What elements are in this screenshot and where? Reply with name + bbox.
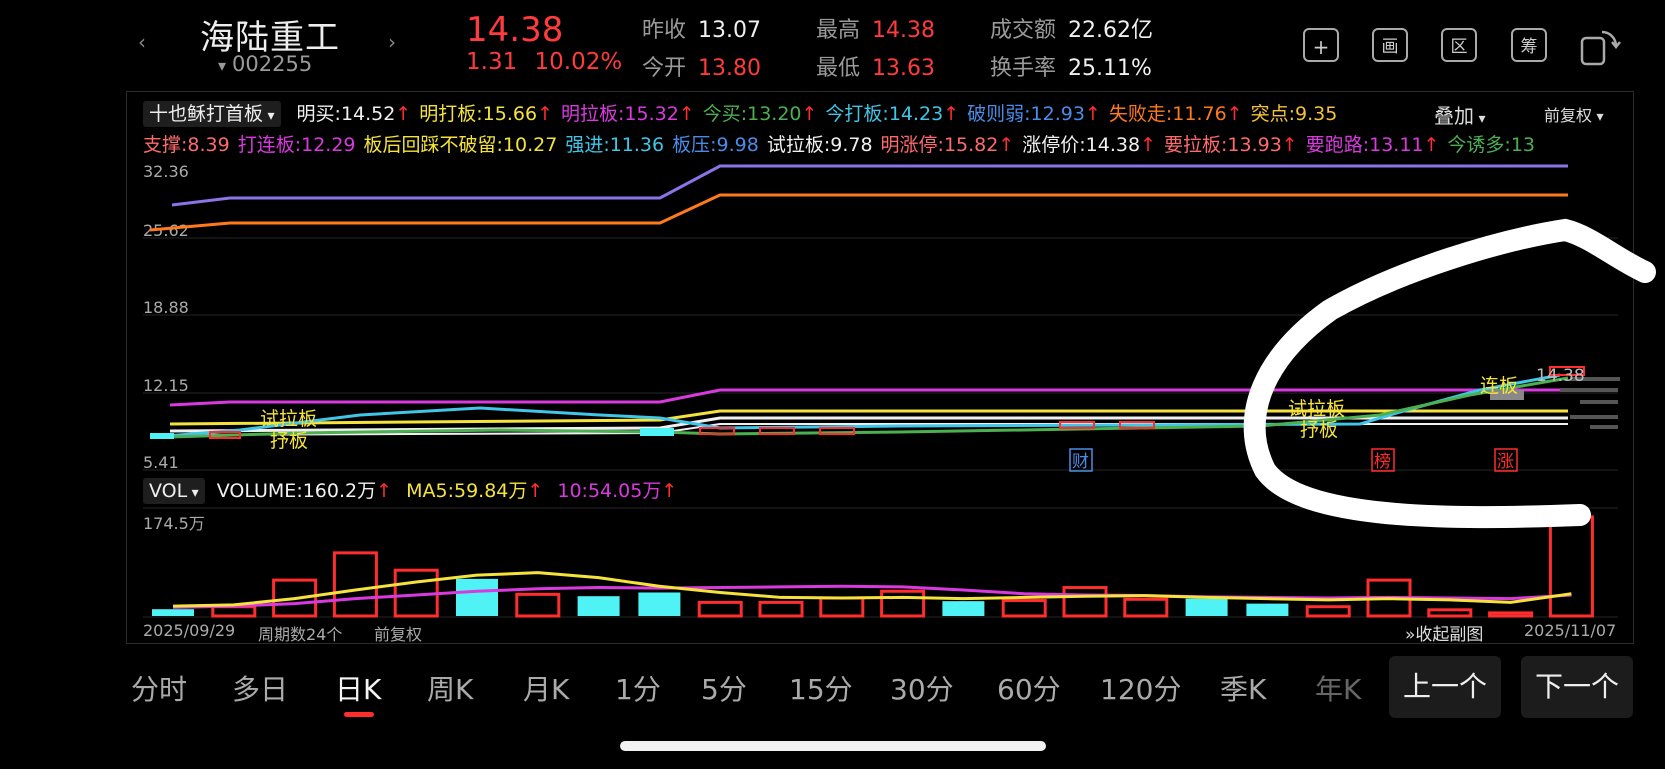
collapse-subchart-button[interactable]: »收起副图	[1405, 620, 1483, 645]
marker-continuous: 连板	[1480, 375, 1518, 397]
candle	[1570, 415, 1618, 419]
candle	[699, 427, 735, 435]
tab-yearly-k[interactable]: 年K	[1315, 668, 1361, 708]
candle	[640, 428, 674, 436]
volume-axis-max: 174.5万	[143, 514, 205, 533]
active-tab-indicator	[344, 712, 374, 717]
volume-bar	[1548, 515, 1594, 618]
volume-bar	[758, 600, 804, 618]
green-line	[169, 376, 1569, 439]
collapse-label: 收起副图	[1415, 625, 1484, 645]
volume-value: 160.2万	[302, 480, 377, 502]
volume-bar	[1246, 603, 1289, 616]
next-button[interactable]: 下一个	[1521, 656, 1633, 718]
rise-badge: 涨	[1497, 452, 1514, 472]
volume-bar	[515, 592, 561, 618]
list-badge: 榜	[1374, 452, 1391, 472]
tab-multiday[interactable]: 多日	[232, 668, 288, 708]
volume-bar	[880, 589, 926, 618]
candle	[1580, 400, 1618, 404]
volume-label: VOLUME:	[216, 480, 303, 502]
tab-60min[interactable]: 60分	[997, 668, 1061, 708]
orange-line	[149, 193, 1568, 232]
candle	[819, 427, 855, 435]
candle	[1590, 425, 1618, 429]
marker-try-pull-1: 试拉板	[260, 408, 317, 430]
volume-bar	[577, 596, 620, 616]
volume-bar	[152, 609, 194, 616]
ma10-arrow: ↑	[661, 480, 678, 502]
volume-bar	[942, 601, 985, 616]
ma5-label: MA5:	[406, 480, 454, 502]
cyan-line	[154, 373, 1561, 439]
volume-arrow: ↑	[376, 480, 393, 502]
last-price-label: 14.38	[1536, 366, 1585, 386]
volume-bar	[1001, 599, 1047, 618]
tab-weekly-k[interactable]: 周K	[427, 668, 473, 708]
tab-monthly-k[interactable]: 月K	[523, 668, 569, 708]
tab-5min[interactable]: 5分	[701, 668, 747, 708]
footer-adjust: 前复权	[374, 625, 423, 644]
volume-bar	[1123, 597, 1169, 618]
home-indicator[interactable]	[620, 741, 1046, 751]
volume-header: VOL VOLUME:160.2万↑ MA5:59.84万↑ 10:54.05万…	[143, 476, 678, 504]
tab-1min[interactable]: 1分	[615, 668, 661, 708]
ma5-value: 59.84万	[453, 480, 528, 502]
candle	[759, 427, 795, 435]
tab-120min[interactable]: 120分	[1100, 668, 1181, 708]
chevron-down-icon: »	[1405, 625, 1416, 645]
volume-bar	[332, 551, 378, 618]
start-date: 2025/09/29	[143, 621, 236, 640]
marker-hold-1: 抒板	[270, 430, 308, 452]
volume-bar	[456, 578, 498, 616]
candle	[1560, 388, 1618, 392]
volume-bar	[1185, 598, 1228, 616]
volume-bar	[1305, 605, 1351, 618]
tab-15min[interactable]: 15分	[789, 668, 853, 708]
volume-bars	[152, 515, 1594, 618]
hand-drawn-stroke	[1243, 218, 1656, 529]
tab-daily-k[interactable]: 日K	[335, 668, 381, 708]
purple-line	[171, 164, 1568, 207]
volume-selector[interactable]: VOL	[143, 478, 205, 504]
tab-timeshare[interactable]: 分时	[131, 668, 187, 708]
volume-bar	[1062, 586, 1108, 618]
ma10-value: 54.05万	[587, 480, 662, 502]
magenta-line	[169, 388, 1568, 407]
volume-bar	[1427, 608, 1473, 618]
end-date: 2025/11/07	[1524, 621, 1617, 640]
volume-bar	[1488, 611, 1534, 618]
fin-badge: 财	[1072, 452, 1089, 472]
period-count: 周期数24个	[258, 625, 343, 644]
marker-hold-2: 抒板	[1300, 419, 1338, 441]
marker-try-pull-2: 试拉板	[1288, 398, 1345, 420]
volume-bar	[819, 596, 865, 618]
volume-bar	[638, 592, 681, 616]
vol-ma5-line	[172, 571, 1572, 608]
prev-button[interactable]: 上一个	[1389, 656, 1501, 718]
kline-chart: 试拉板 抒板 试拉板 抒板 连板 14.38 财 榜 涨	[143, 164, 1656, 618]
tab-quarterly-k[interactable]: 季K	[1220, 668, 1266, 708]
ma10-label: 10:	[557, 480, 588, 502]
volume-bar	[211, 605, 257, 618]
tab-30min[interactable]: 30分	[890, 668, 954, 708]
candle	[150, 433, 174, 439]
ma5-arrow: ↑	[527, 480, 544, 502]
volume-bar	[697, 600, 743, 618]
